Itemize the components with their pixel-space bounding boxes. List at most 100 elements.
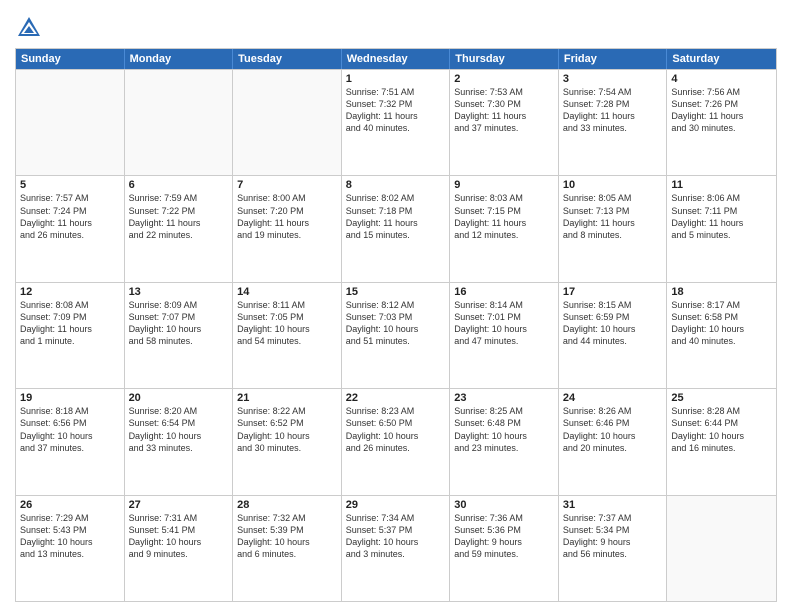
day-number: 16 bbox=[454, 286, 554, 298]
day-number: 18 bbox=[671, 286, 772, 298]
calendar-cell-2-3: 7Sunrise: 8:00 AM Sunset: 7:20 PM Daylig… bbox=[233, 176, 342, 281]
page: SundayMondayTuesdayWednesdayThursdayFrid… bbox=[0, 0, 792, 612]
calendar-cell-4-2: 20Sunrise: 8:20 AM Sunset: 6:54 PM Dayli… bbox=[125, 389, 234, 494]
day-info: Sunrise: 7:53 AM Sunset: 7:30 PM Dayligh… bbox=[454, 86, 554, 135]
logo-icon bbox=[15, 14, 43, 42]
calendar-cell-1-2 bbox=[125, 70, 234, 175]
day-number: 17 bbox=[563, 286, 663, 298]
day-info: Sunrise: 8:03 AM Sunset: 7:15 PM Dayligh… bbox=[454, 192, 554, 241]
day-info: Sunrise: 8:11 AM Sunset: 7:05 PM Dayligh… bbox=[237, 299, 337, 348]
day-info: Sunrise: 7:54 AM Sunset: 7:28 PM Dayligh… bbox=[563, 86, 663, 135]
day-number: 23 bbox=[454, 392, 554, 404]
calendar-cell-5-7 bbox=[667, 496, 776, 601]
day-info: Sunrise: 8:26 AM Sunset: 6:46 PM Dayligh… bbox=[563, 405, 663, 454]
day-info: Sunrise: 7:29 AM Sunset: 5:43 PM Dayligh… bbox=[20, 512, 120, 561]
calendar-row-4: 19Sunrise: 8:18 AM Sunset: 6:56 PM Dayli… bbox=[16, 388, 776, 494]
day-info: Sunrise: 7:59 AM Sunset: 7:22 PM Dayligh… bbox=[129, 192, 229, 241]
day-info: Sunrise: 7:37 AM Sunset: 5:34 PM Dayligh… bbox=[563, 512, 663, 561]
calendar-cell-1-5: 2Sunrise: 7:53 AM Sunset: 7:30 PM Daylig… bbox=[450, 70, 559, 175]
day-number: 29 bbox=[346, 499, 446, 511]
day-info: Sunrise: 8:15 AM Sunset: 6:59 PM Dayligh… bbox=[563, 299, 663, 348]
calendar-cell-4-5: 23Sunrise: 8:25 AM Sunset: 6:48 PM Dayli… bbox=[450, 389, 559, 494]
day-of-week-monday: Monday bbox=[125, 49, 234, 69]
calendar-cell-3-3: 14Sunrise: 8:11 AM Sunset: 7:05 PM Dayli… bbox=[233, 283, 342, 388]
day-number: 21 bbox=[237, 392, 337, 404]
day-number: 11 bbox=[671, 179, 772, 191]
calendar-cell-3-4: 15Sunrise: 8:12 AM Sunset: 7:03 PM Dayli… bbox=[342, 283, 451, 388]
day-of-week-thursday: Thursday bbox=[450, 49, 559, 69]
day-info: Sunrise: 8:05 AM Sunset: 7:13 PM Dayligh… bbox=[563, 192, 663, 241]
day-number: 5 bbox=[20, 179, 120, 191]
calendar-cell-4-6: 24Sunrise: 8:26 AM Sunset: 6:46 PM Dayli… bbox=[559, 389, 668, 494]
calendar: SundayMondayTuesdayWednesdayThursdayFrid… bbox=[15, 48, 777, 602]
day-number: 24 bbox=[563, 392, 663, 404]
day-number: 10 bbox=[563, 179, 663, 191]
day-info: Sunrise: 8:06 AM Sunset: 7:11 PM Dayligh… bbox=[671, 192, 772, 241]
calendar-cell-2-6: 10Sunrise: 8:05 AM Sunset: 7:13 PM Dayli… bbox=[559, 176, 668, 281]
day-info: Sunrise: 7:56 AM Sunset: 7:26 PM Dayligh… bbox=[671, 86, 772, 135]
header bbox=[15, 10, 777, 42]
calendar-cell-2-1: 5Sunrise: 7:57 AM Sunset: 7:24 PM Daylig… bbox=[16, 176, 125, 281]
day-number: 4 bbox=[671, 73, 772, 85]
calendar-cell-1-4: 1Sunrise: 7:51 AM Sunset: 7:32 PM Daylig… bbox=[342, 70, 451, 175]
day-info: Sunrise: 8:28 AM Sunset: 6:44 PM Dayligh… bbox=[671, 405, 772, 454]
calendar-cell-2-2: 6Sunrise: 7:59 AM Sunset: 7:22 PM Daylig… bbox=[125, 176, 234, 281]
calendar-cell-5-4: 29Sunrise: 7:34 AM Sunset: 5:37 PM Dayli… bbox=[342, 496, 451, 601]
day-info: Sunrise: 8:12 AM Sunset: 7:03 PM Dayligh… bbox=[346, 299, 446, 348]
day-info: Sunrise: 8:02 AM Sunset: 7:18 PM Dayligh… bbox=[346, 192, 446, 241]
day-info: Sunrise: 8:08 AM Sunset: 7:09 PM Dayligh… bbox=[20, 299, 120, 348]
day-info: Sunrise: 7:31 AM Sunset: 5:41 PM Dayligh… bbox=[129, 512, 229, 561]
day-number: 31 bbox=[563, 499, 663, 511]
calendar-cell-4-7: 25Sunrise: 8:28 AM Sunset: 6:44 PM Dayli… bbox=[667, 389, 776, 494]
day-of-week-friday: Friday bbox=[559, 49, 668, 69]
day-number: 19 bbox=[20, 392, 120, 404]
logo bbox=[15, 14, 47, 42]
calendar-cell-5-5: 30Sunrise: 7:36 AM Sunset: 5:36 PM Dayli… bbox=[450, 496, 559, 601]
day-info: Sunrise: 8:20 AM Sunset: 6:54 PM Dayligh… bbox=[129, 405, 229, 454]
day-number: 28 bbox=[237, 499, 337, 511]
day-info: Sunrise: 7:32 AM Sunset: 5:39 PM Dayligh… bbox=[237, 512, 337, 561]
day-number: 25 bbox=[671, 392, 772, 404]
calendar-cell-4-3: 21Sunrise: 8:22 AM Sunset: 6:52 PM Dayli… bbox=[233, 389, 342, 494]
day-number: 30 bbox=[454, 499, 554, 511]
calendar-cell-3-1: 12Sunrise: 8:08 AM Sunset: 7:09 PM Dayli… bbox=[16, 283, 125, 388]
day-number: 15 bbox=[346, 286, 446, 298]
day-number: 27 bbox=[129, 499, 229, 511]
day-info: Sunrise: 8:22 AM Sunset: 6:52 PM Dayligh… bbox=[237, 405, 337, 454]
calendar-cell-1-3 bbox=[233, 70, 342, 175]
day-number: 20 bbox=[129, 392, 229, 404]
day-info: Sunrise: 7:51 AM Sunset: 7:32 PM Dayligh… bbox=[346, 86, 446, 135]
day-number: 13 bbox=[129, 286, 229, 298]
calendar-cell-4-1: 19Sunrise: 8:18 AM Sunset: 6:56 PM Dayli… bbox=[16, 389, 125, 494]
calendar-cell-2-4: 8Sunrise: 8:02 AM Sunset: 7:18 PM Daylig… bbox=[342, 176, 451, 281]
day-info: Sunrise: 7:36 AM Sunset: 5:36 PM Dayligh… bbox=[454, 512, 554, 561]
day-info: Sunrise: 8:18 AM Sunset: 6:56 PM Dayligh… bbox=[20, 405, 120, 454]
day-number: 7 bbox=[237, 179, 337, 191]
calendar-cell-1-7: 4Sunrise: 7:56 AM Sunset: 7:26 PM Daylig… bbox=[667, 70, 776, 175]
day-info: Sunrise: 8:23 AM Sunset: 6:50 PM Dayligh… bbox=[346, 405, 446, 454]
calendar-cell-3-2: 13Sunrise: 8:09 AM Sunset: 7:07 PM Dayli… bbox=[125, 283, 234, 388]
calendar-cell-1-6: 3Sunrise: 7:54 AM Sunset: 7:28 PM Daylig… bbox=[559, 70, 668, 175]
calendar-cell-5-3: 28Sunrise: 7:32 AM Sunset: 5:39 PM Dayli… bbox=[233, 496, 342, 601]
day-info: Sunrise: 7:57 AM Sunset: 7:24 PM Dayligh… bbox=[20, 192, 120, 241]
day-info: Sunrise: 7:34 AM Sunset: 5:37 PM Dayligh… bbox=[346, 512, 446, 561]
day-number: 14 bbox=[237, 286, 337, 298]
calendar-cell-3-7: 18Sunrise: 8:17 AM Sunset: 6:58 PM Dayli… bbox=[667, 283, 776, 388]
calendar-cell-1-1 bbox=[16, 70, 125, 175]
calendar-row-1: 1Sunrise: 7:51 AM Sunset: 7:32 PM Daylig… bbox=[16, 69, 776, 175]
day-number: 8 bbox=[346, 179, 446, 191]
day-number: 22 bbox=[346, 392, 446, 404]
day-number: 12 bbox=[20, 286, 120, 298]
calendar-cell-5-6: 31Sunrise: 7:37 AM Sunset: 5:34 PM Dayli… bbox=[559, 496, 668, 601]
day-number: 3 bbox=[563, 73, 663, 85]
calendar-body: 1Sunrise: 7:51 AM Sunset: 7:32 PM Daylig… bbox=[16, 69, 776, 601]
day-of-week-saturday: Saturday bbox=[667, 49, 776, 69]
calendar-cell-3-6: 17Sunrise: 8:15 AM Sunset: 6:59 PM Dayli… bbox=[559, 283, 668, 388]
day-info: Sunrise: 8:14 AM Sunset: 7:01 PM Dayligh… bbox=[454, 299, 554, 348]
calendar-row-2: 5Sunrise: 7:57 AM Sunset: 7:24 PM Daylig… bbox=[16, 175, 776, 281]
calendar-cell-5-1: 26Sunrise: 7:29 AM Sunset: 5:43 PM Dayli… bbox=[16, 496, 125, 601]
calendar-row-5: 26Sunrise: 7:29 AM Sunset: 5:43 PM Dayli… bbox=[16, 495, 776, 601]
calendar-header: SundayMondayTuesdayWednesdayThursdayFrid… bbox=[16, 49, 776, 69]
calendar-cell-5-2: 27Sunrise: 7:31 AM Sunset: 5:41 PM Dayli… bbox=[125, 496, 234, 601]
day-info: Sunrise: 8:09 AM Sunset: 7:07 PM Dayligh… bbox=[129, 299, 229, 348]
